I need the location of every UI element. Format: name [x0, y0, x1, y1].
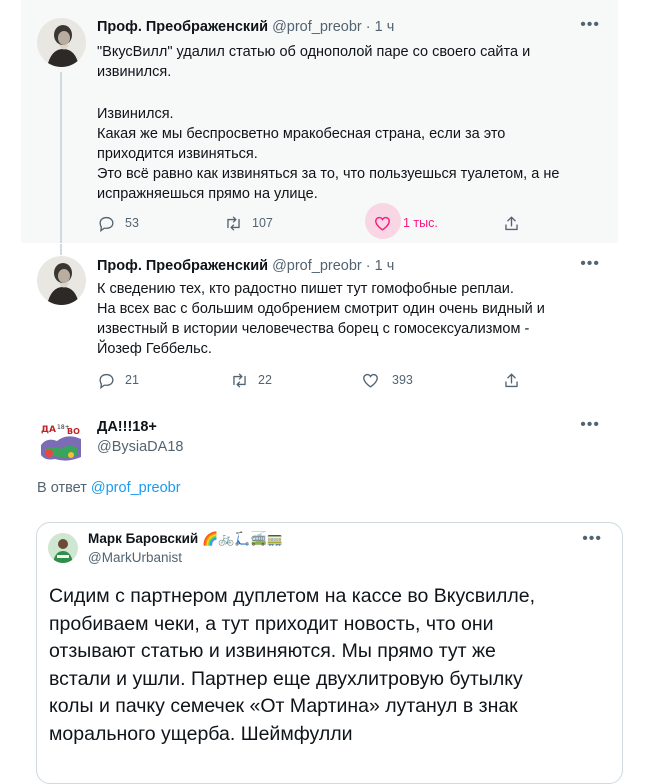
- quote-author-handle[interactable]: @MarkUrbanist: [88, 550, 283, 565]
- thread-line: [60, 244, 62, 255]
- tweet-line: известный в истории человечества борец с…: [97, 321, 530, 337]
- author-name[interactable]: Проф. Преображенский: [97, 258, 268, 274]
- tweet-3[interactable]: ДА 18+ ВО ДА!!!18+ @BysiaDA18 ••• В отве…: [21, 405, 623, 784]
- like-icon: [363, 373, 378, 388]
- tweet-line: На всех вас с большим одобрением смотрит…: [97, 301, 545, 317]
- quote-author-emojis: 🌈🚲🛴🚎🚃: [201, 531, 283, 546]
- more-icon[interactable]: •••: [580, 255, 600, 273]
- tweet-header: Проф. Преображенский @prof_preobr · 1 ч: [97, 19, 394, 35]
- svg-text:ВО: ВО: [67, 427, 80, 436]
- reply-button[interactable]: 53: [97, 209, 139, 237]
- tweet-text: "ВкусВилл" удалил статью об однополой па…: [97, 42, 597, 204]
- tweet-header: ДА!!!18+ @BysiaDA18: [97, 419, 183, 455]
- like-button[interactable]: 1 тыс.: [365, 203, 438, 239]
- quote-avatar[interactable]: [48, 533, 78, 563]
- reply-prefix: В ответ: [37, 480, 87, 496]
- avatar[interactable]: [37, 18, 86, 67]
- tweet-line: Извинился.: [97, 106, 174, 122]
- reply-count: 53: [125, 216, 139, 230]
- quoted-tweet[interactable]: Марк Баровский 🌈🚲🛴🚎🚃 @MarkUrbanist ••• С…: [36, 522, 623, 784]
- author-handle[interactable]: @prof_preobr: [272, 19, 362, 35]
- share-button[interactable]: [502, 209, 521, 237]
- like-button[interactable]: 393: [361, 366, 413, 394]
- tweet-line-blank: [97, 82, 597, 102]
- more-icon[interactable]: •••: [582, 530, 602, 548]
- quote-line: колы и пачку семечек «От Мартина» лутану…: [49, 695, 518, 717]
- avatar[interactable]: ДА 18+ ВО: [37, 415, 85, 463]
- author-name[interactable]: ДА!!!18+: [97, 419, 183, 435]
- author-name[interactable]: Проф. Преображенский: [97, 19, 268, 35]
- tweet-1[interactable]: Проф. Преображенский @prof_preobr · 1 ч …: [21, 0, 618, 243]
- tweet-text: К сведению тех, кто радостно пишет тут г…: [97, 279, 597, 359]
- quote-line: морального ущерба. Шеймфулли: [49, 722, 353, 745]
- tweet-line: Это всё равно как извиняться за то, что …: [97, 166, 560, 182]
- reply-icon: [99, 373, 114, 389]
- retweet-count: 107: [252, 216, 273, 230]
- tweet-line: приходится извиняться.: [97, 146, 258, 162]
- quote-line: пробиваем чеки, а тут приходит новость, …: [49, 612, 494, 635]
- retweet-icon: [227, 215, 240, 231]
- avatar[interactable]: [37, 256, 86, 305]
- timestamp[interactable]: · 1 ч: [366, 19, 395, 35]
- like-icon: [375, 216, 390, 231]
- tweet-actions: 21 22 393: [97, 366, 537, 394]
- reply-button[interactable]: 21: [97, 366, 139, 394]
- retweet-button[interactable]: 107: [224, 209, 273, 237]
- tweet-line: Какая же мы беспросветно мракобесная стр…: [97, 126, 506, 142]
- retweet-count: 22: [258, 373, 272, 387]
- reply-icon: [99, 216, 114, 232]
- tweet-line: К сведению тех, кто радостно пишет тут г…: [97, 281, 514, 297]
- share-icon: [505, 215, 518, 230]
- tweet-line: испражняешься прямо на улице.: [97, 186, 318, 202]
- tweet-2[interactable]: Проф. Преображенский @prof_preobr · 1 ч …: [21, 244, 618, 404]
- retweet-button[interactable]: 22: [230, 366, 272, 394]
- author-handle[interactable]: @BysiaDA18: [97, 439, 183, 455]
- like-count: 1 тыс.: [403, 216, 438, 230]
- reply-count: 21: [125, 373, 139, 387]
- thread-line: [60, 72, 62, 243]
- quote-line: отзывают статью и извиняются. Мы прямо т…: [49, 640, 496, 662]
- tweet-line: Йозеф Геббельс.: [97, 341, 212, 357]
- quote-header: Марк Баровский 🌈🚲🛴🚎🚃 @MarkUrbanist: [88, 531, 283, 565]
- avatar-logo-text: ДА: [41, 425, 56, 435]
- reply-context: В ответ @prof_preobr: [37, 480, 181, 496]
- reply-to-link[interactable]: @prof_preobr: [91, 480, 181, 496]
- tweet-line: "ВкусВилл" удалил статью об однополой па…: [97, 44, 531, 60]
- quote-author-name[interactable]: Марк Баровский: [88, 531, 198, 546]
- tweet-line: извинился.: [97, 64, 172, 80]
- quote-text: Сидим с партнером дуплетом на кассе во В…: [49, 583, 609, 748]
- author-handle[interactable]: @prof_preobr: [272, 258, 362, 274]
- more-icon[interactable]: •••: [580, 416, 600, 434]
- tweet-header: Проф. Преображенский @prof_preobr · 1 ч: [97, 258, 394, 274]
- tweet-actions: 53 107 1 тыс.: [97, 203, 537, 239]
- quote-line: Сидим с партнером дуплетом на кассе во В…: [49, 585, 536, 607]
- like-count: 393: [392, 373, 413, 387]
- retweet-icon: [233, 372, 246, 388]
- share-button[interactable]: [502, 366, 521, 394]
- quote-line: встали и ушли. Партнер еще двухлитровую …: [49, 667, 523, 690]
- timestamp[interactable]: · 1 ч: [366, 258, 395, 274]
- more-icon[interactable]: •••: [580, 16, 600, 34]
- share-icon: [505, 372, 518, 387]
